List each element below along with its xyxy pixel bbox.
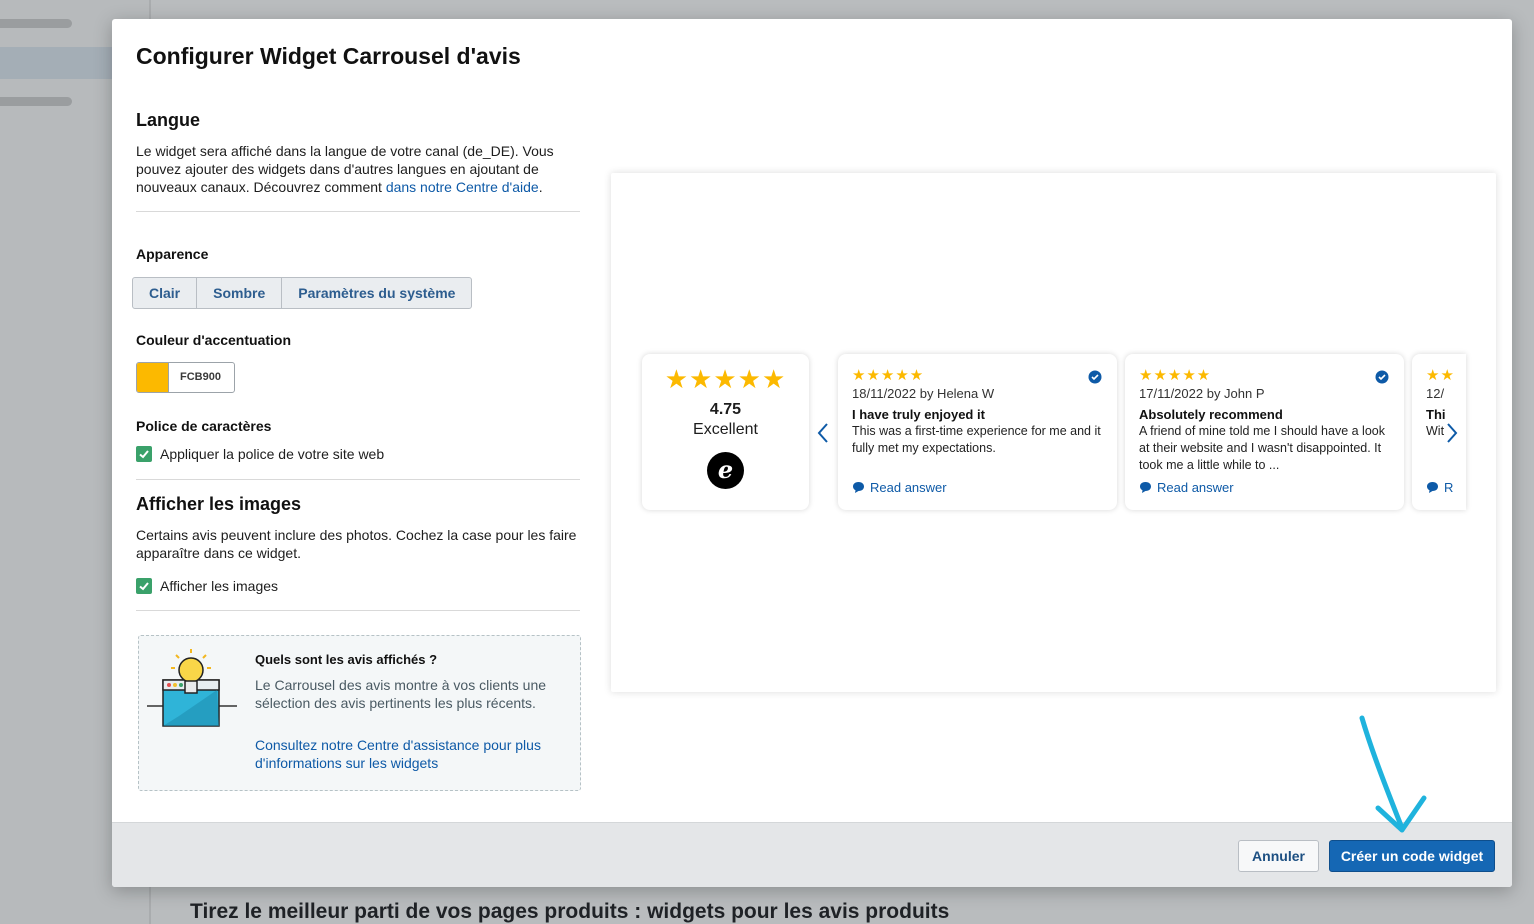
- create-widget-code-button[interactable]: Créer un code widget: [1329, 840, 1495, 872]
- configure-widget-modal: Configurer Widget Carrousel d'avis Langu…: [112, 19, 1512, 887]
- review-date: 17/11/2022 by John P: [1139, 386, 1265, 401]
- help-center-link[interactable]: dans notre Centre d'aide: [386, 179, 539, 195]
- arrow-annotation-icon: [1359, 715, 1427, 833]
- modal-title: Configurer Widget Carrousel d'avis: [136, 43, 521, 69]
- show-images-checkbox-row[interactable]: Afficher les images: [136, 577, 278, 595]
- checkbox-checked-icon[interactable]: [136, 578, 152, 594]
- appearance-label: Apparence: [136, 246, 209, 262]
- read-answer-link[interactable]: Read answer: [852, 480, 947, 495]
- review-body: Wit: [1426, 424, 1445, 438]
- verified-badge-icon: [1375, 370, 1389, 384]
- speech-bubble-icon: [853, 482, 864, 493]
- info-text: Le Carrousel des avis montre à vos clien…: [255, 677, 547, 711]
- appearance-system-button[interactable]: Paramètres du système: [282, 278, 471, 308]
- apply-font-label: Appliquer la police de votre site web: [160, 446, 385, 462]
- review-title: Absolutely recommend: [1139, 407, 1283, 422]
- appearance-toggle: Clair Sombre Paramètres du système: [132, 277, 473, 309]
- review-title: Thi: [1426, 407, 1446, 422]
- review-title: I have truly enjoyed it: [852, 407, 985, 422]
- review-body: This was a first-time experience for me …: [852, 424, 1101, 455]
- background-page-heading: Tirez le meilleur parti de vos pages pro…: [190, 900, 950, 923]
- trusted-shops-logo-icon: e: [707, 452, 744, 489]
- review-body: A friend of mine told me I should have a…: [1139, 424, 1385, 472]
- review-stars-icon: ★★★★★: [852, 367, 925, 384]
- verified-badge-icon: [1088, 370, 1102, 384]
- speech-bubble-icon: [1140, 482, 1151, 493]
- divider: [136, 479, 580, 480]
- summary-rating: 4.75: [709, 401, 742, 418]
- info-title: Quels sont les avis affichés ?: [255, 652, 438, 667]
- carousel-next-icon[interactable]: [1445, 422, 1459, 444]
- accent-color-picker[interactable]: FCB900: [136, 362, 235, 393]
- color-hex-value[interactable]: FCB900: [169, 363, 221, 392]
- review-stars-icon: ★★★★★: [1139, 367, 1212, 384]
- widget-preview: ★★★★★ 4.75 Excellent e ★★★★★ 18/11/2022 …: [611, 173, 1496, 692]
- appearance-dark-button[interactable]: Sombre: [197, 278, 283, 308]
- show-images-label: Afficher les images: [160, 578, 279, 594]
- summary-label: Excellent: [693, 421, 758, 438]
- read-answer-link[interactable]: Read answer: [1139, 480, 1234, 495]
- carousel-prev-icon[interactable]: [816, 422, 830, 444]
- cancel-button[interactable]: Annuler: [1238, 840, 1319, 872]
- review-card: ★★★★★ 17/11/2022 by John P Absolutely re…: [1125, 354, 1404, 510]
- language-heading: Langue: [136, 110, 201, 130]
- checkbox-checked-icon[interactable]: [136, 446, 152, 462]
- images-text: Certains avis peuvent inclure des photos…: [136, 527, 577, 561]
- review-date: 12/: [1426, 386, 1445, 401]
- review-date: 18/11/2022 by Helena W: [852, 386, 995, 401]
- speech-bubble-icon: [1427, 482, 1438, 493]
- review-card: ★★★★★ 18/11/2022 by Helena W I have trul…: [838, 354, 1117, 510]
- lightbulb-illustration-icon: [147, 649, 237, 727]
- sidebar-item-placeholder: [0, 19, 72, 28]
- apply-font-checkbox-row[interactable]: Appliquer la police de votre site web: [136, 445, 384, 463]
- appearance-light-button[interactable]: Clair: [133, 278, 198, 308]
- accent-color-label: Couleur d'accentuation: [136, 332, 292, 348]
- sidebar-item-placeholder: [0, 97, 72, 106]
- support-center-link[interactable]: Consultez notre Centre d'assistance pour…: [255, 736, 565, 772]
- summary-card: ★★★★★ 4.75 Excellent e: [642, 354, 809, 510]
- divider: [136, 211, 580, 212]
- font-label: Police de caractères: [136, 418, 272, 434]
- summary-stars-icon: ★★★★★: [664, 364, 787, 394]
- info-box: Quels sont les avis affichés ? Le Carrou…: [138, 635, 581, 791]
- images-heading: Afficher les images: [136, 494, 302, 514]
- review-stars-icon: ★★: [1426, 367, 1455, 384]
- divider: [136, 610, 580, 611]
- language-text: Le widget sera affiché dans la langue de…: [136, 143, 554, 195]
- read-answer-link[interactable]: R: [1426, 480, 1453, 495]
- color-swatch[interactable]: [137, 363, 169, 392]
- modal-footer: Annuler Créer un code widget: [112, 822, 1512, 887]
